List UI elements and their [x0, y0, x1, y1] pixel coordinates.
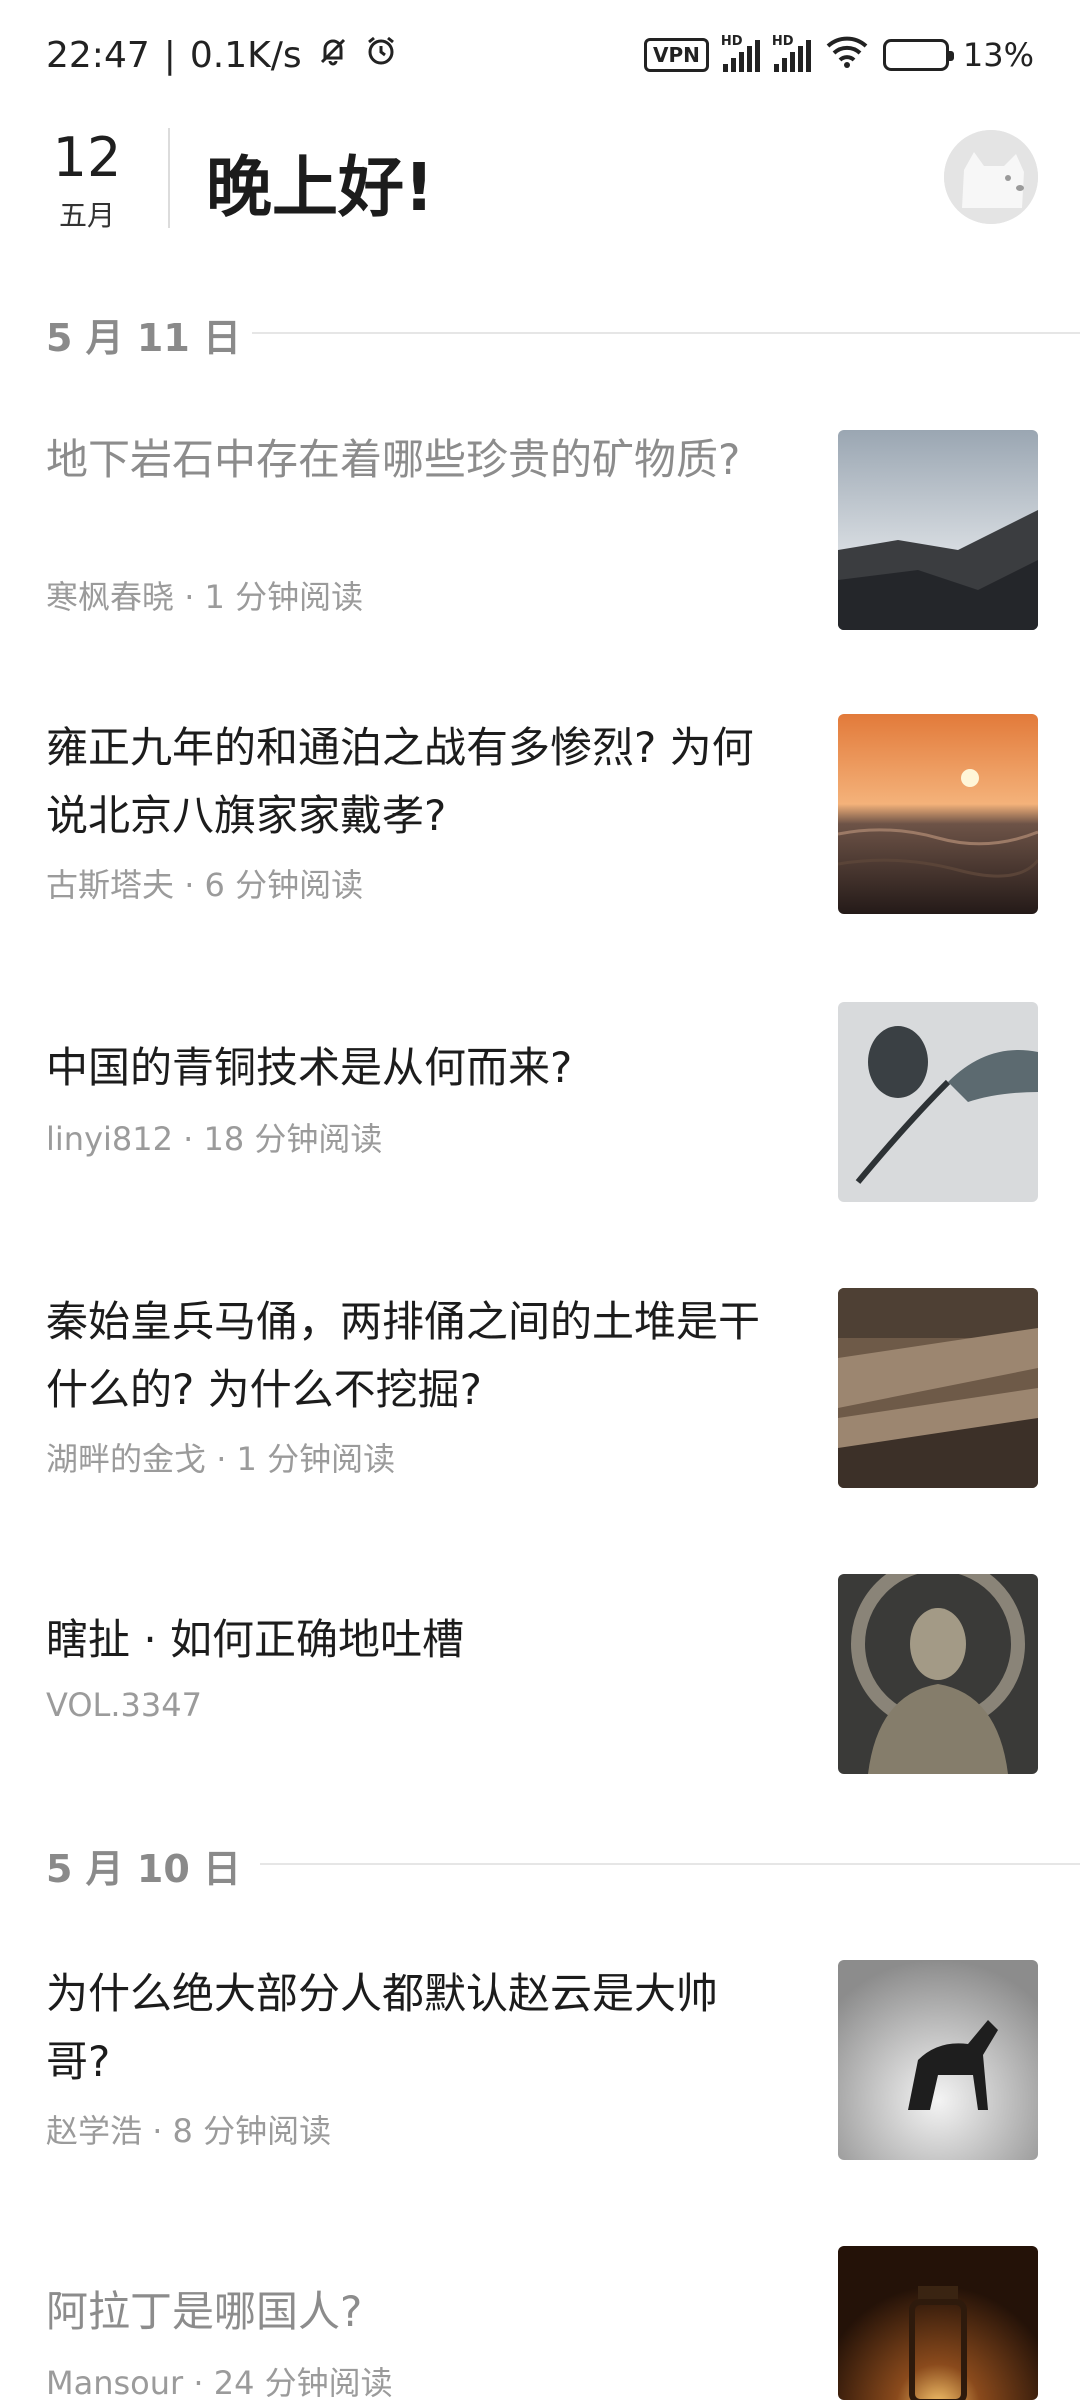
article-meta: VOL.3347 [46, 1686, 202, 1724]
article-meta: linyi812 · 18 分钟阅读 [46, 1114, 382, 1160]
list-item[interactable]: 为什么绝大部分人都默认赵云是大帅哥? 赵学浩 · 8 分钟阅读 [0, 1960, 1080, 2160]
article-read-time: 24 分钟阅读 [213, 2364, 393, 2400]
hd-label: HD [771, 34, 794, 49]
article-title: 地下岩石中存在着哪些珍贵的矿物质? [46, 435, 741, 484]
status-right: VPN HD HD 13% [644, 34, 1034, 76]
meta-dot: · [183, 1120, 194, 1158]
article-read-time: 1 分钟阅读 [204, 578, 364, 616]
bell-muted-icon [316, 34, 350, 77]
list-item[interactable]: 雍正九年的和通泊之战有多惨烈? 为何说北京八旗家家戴孝? 古斯塔夫 · 6 分钟… [0, 714, 1080, 914]
list-item[interactable]: 阿拉丁是哪国人? Mansour · 24 分钟阅读 [0, 2246, 1080, 2400]
article-title: 瞎扯 · 如何正确地吐槽 [46, 1615, 465, 1664]
status-separator: | [163, 34, 176, 76]
article-read-time: 6 分钟阅读 [204, 866, 364, 904]
article-thumbnail [838, 714, 1038, 914]
article-author: linyi812 [46, 1120, 173, 1158]
greeting-title: 晚上好! [206, 149, 435, 226]
vpn-icon: VPN [644, 38, 709, 72]
net-speed: 0.1K/s [189, 34, 302, 76]
article-author: 湖畔的金戈 [46, 1440, 207, 1478]
section-divider [252, 332, 1080, 334]
dog-avatar-icon [944, 130, 1038, 224]
article-thumbnail [838, 1574, 1038, 1774]
alarm-icon [364, 34, 398, 77]
article-thumbnail [838, 1002, 1038, 1202]
meta-dot: · [152, 2112, 163, 2150]
article-title: 阿拉丁是哪国人? [46, 2287, 363, 2336]
signal-icon: HD [772, 34, 811, 72]
article-read-time: 18 分钟阅读 [203, 1120, 383, 1158]
signal-icon: HD [721, 34, 760, 72]
hd-label: HD [720, 34, 743, 49]
article-thumbnail [838, 430, 1038, 630]
article-title: 雍正九年的和通泊之战有多惨烈? 为何说北京八旗家家戴孝? [46, 723, 754, 840]
battery-icon [882, 39, 954, 71]
avatar[interactable] [944, 130, 1038, 224]
section-date-label: 5 月 11 日 [46, 316, 242, 360]
article-author: 赵学浩 [46, 2112, 143, 2150]
article-author: 古斯塔夫 [46, 866, 175, 904]
list-item[interactable]: 地下岩石中存在着哪些珍贵的矿物质? 寒枫春晓 · 1 分钟阅读 [0, 426, 1080, 630]
list-item[interactable]: 秦始皇兵马俑，两排俑之间的土堆是干什么的? 为什么不挖掘? 湖畔的金戈 · 1 … [0, 1288, 1080, 1488]
article-author: VOL.3347 [46, 1686, 202, 1724]
article-meta: Mansour · 24 分钟阅读 [46, 2358, 393, 2400]
article-meta: 湖畔的金戈 · 1 分钟阅读 [46, 1434, 395, 1480]
article-thumbnail [838, 2246, 1038, 2400]
meta-dot: · [216, 1440, 227, 1478]
date-day: 12 [52, 126, 122, 189]
article-read-time: 8 分钟阅读 [172, 2112, 332, 2150]
list-item[interactable]: 瞎扯 · 如何正确地吐槽 VOL.3347 [0, 1574, 1080, 1774]
article-read-time: 1 分钟阅读 [236, 1440, 396, 1478]
section-divider [260, 1863, 1080, 1865]
article-thumbnail [838, 1288, 1038, 1488]
wifi-icon [825, 34, 869, 76]
article-meta: 古斯塔夫 · 6 分钟阅读 [46, 860, 363, 906]
status-left: 22:47 | 0.1K/s [46, 34, 398, 77]
article-title: 中国的青铜技术是从何而来? [46, 1043, 573, 1092]
article-author: 寒枫春晓 [46, 578, 175, 616]
article-meta: 寒枫春晓 · 1 分钟阅读 [46, 572, 363, 618]
article-author: Mansour [46, 2364, 184, 2400]
date-month: 五月 [58, 199, 115, 232]
feed-header: 12 五月 晚上好! [0, 120, 1080, 250]
meta-dot: · [184, 866, 195, 904]
article-title: 秦始皇兵马俑，两排俑之间的土堆是干什么的? 为什么不挖掘? [46, 1297, 761, 1414]
section-date-label: 5 月 10 日 [46, 1847, 242, 1891]
article-meta: 赵学浩 · 8 分钟阅读 [46, 2106, 331, 2152]
meta-dot: · [184, 578, 195, 616]
header-divider [168, 128, 170, 228]
article-title: 为什么绝大部分人都默认赵云是大帅哥? [46, 1969, 719, 2086]
status-bar: 22:47 | 0.1K/s VPN HD HD 13% [0, 0, 1080, 110]
article-thumbnail [838, 1960, 1038, 2160]
clock: 22:47 [46, 34, 150, 76]
meta-dot: · [193, 2364, 204, 2400]
battery-percent: 13% [962, 36, 1034, 74]
list-item[interactable]: 中国的青铜技术是从何而来? linyi812 · 18 分钟阅读 [0, 1002, 1080, 1202]
